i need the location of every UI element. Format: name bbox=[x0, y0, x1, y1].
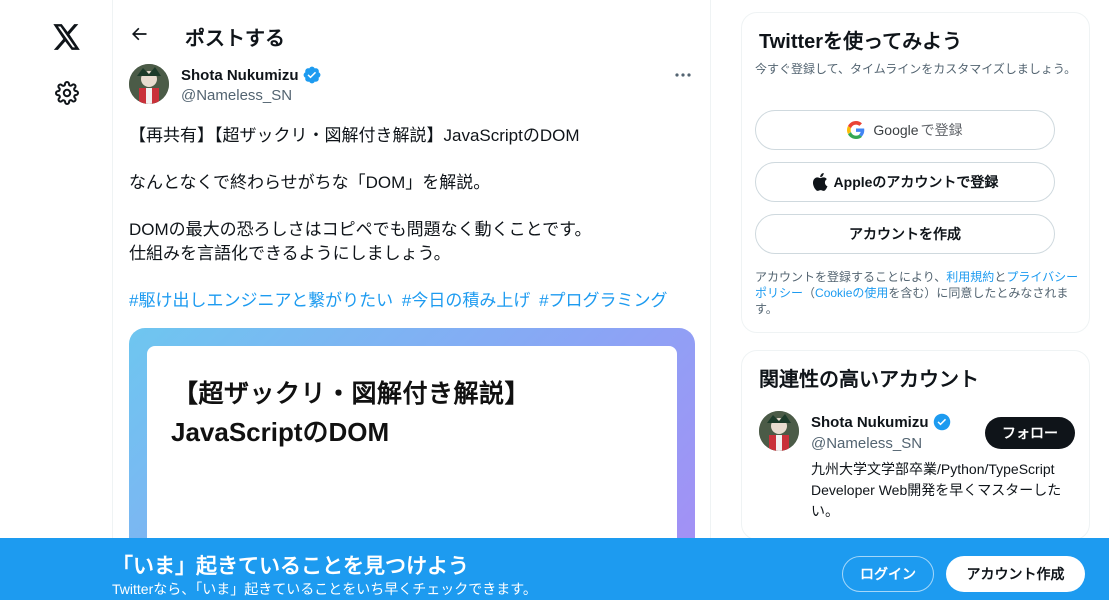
apple-icon bbox=[812, 173, 828, 191]
main-column: ポストする Shota Nukumizu @Nameless_SN 【再共有】【… bbox=[112, 0, 711, 600]
arrow-left-icon bbox=[132, 27, 147, 41]
signup-banner: 「いま」起きていることを見つけよう Twitterなら、「いま」起きていることを… bbox=[0, 538, 1109, 600]
post-header: ポストする bbox=[113, 16, 710, 56]
login-button[interactable]: ログイン bbox=[842, 556, 934, 592]
author-name[interactable]: Shota Nukumizu bbox=[181, 66, 321, 84]
signup-subtitle: 今すぐ登録して、タイムラインをカスタマイズしましょう。 bbox=[755, 62, 1077, 76]
post-line: なんとなくで終わらせがちな「DOM」を解説。 bbox=[129, 173, 491, 192]
create-account-button[interactable]: アカウントを作成 bbox=[755, 214, 1055, 254]
signup-card: Twitterを使ってみよう 今すぐ登録して、タイムラインをカスタマイズしましょ… bbox=[741, 12, 1090, 333]
related-accounts-card: 関連性の高いアカウント Shota Nukumizu @Nameless_SN … bbox=[741, 350, 1090, 540]
post-line: DOMの最大の恐ろしさはコピペでも問題なく動くことです。 bbox=[129, 220, 592, 239]
google-signup-button[interactable]: Google で登録 bbox=[755, 110, 1055, 150]
signup-button[interactable]: アカウント作成 bbox=[946, 556, 1085, 592]
media-title: 【超ザックリ・図解付き解説】 bbox=[173, 380, 531, 408]
verified-badge-icon bbox=[303, 66, 320, 84]
author-handle[interactable]: @Nameless_SN bbox=[181, 87, 292, 104]
post-author: Shota Nukumizu @Nameless_SN bbox=[129, 64, 697, 108]
left-nav bbox=[0, 0, 112, 600]
hashtag-list: #駆け出しエンジニアと繋がりたい #今日の積み上げ #プログラミング bbox=[129, 289, 689, 313]
related-account-handle[interactable]: @Nameless_SN bbox=[811, 435, 922, 452]
page-title: ポストする bbox=[185, 28, 285, 50]
media-subtitle: JavaScriptのDOM bbox=[171, 417, 390, 447]
post-line: 仕組みを言語化できるようにしましょう。 bbox=[129, 244, 451, 263]
cookie-link[interactable]: Cookieの使用 bbox=[815, 286, 888, 300]
post-text: 【再共有】【超ザックリ・図解付き解説】JavaScriptのDOM なんとなくで… bbox=[129, 124, 689, 336]
related-account-bio: 九州大学文学部卒業/Python/TypeScript Developer We… bbox=[811, 461, 1062, 519]
google-icon bbox=[847, 121, 865, 139]
banner-title: 「いま」起きていることを見つけよう bbox=[112, 555, 469, 578]
terms-text: アカウントを登録することにより、利用規約とプライバシーポリシー（Cookieの使… bbox=[755, 270, 1079, 316]
related-account-name[interactable]: Shota Nukumizu bbox=[811, 413, 951, 431]
post-line: 【再共有】【超ザックリ・図解付き解説】JavaScriptのDOM bbox=[129, 126, 580, 145]
hashtag-link[interactable]: #プログラミング bbox=[539, 291, 667, 310]
related-title: 関連性の高いアカウント bbox=[759, 369, 979, 391]
hashtag-link[interactable]: #今日の積み上げ bbox=[402, 291, 530, 310]
hashtag-link[interactable]: #駆け出しエンジニアと繋がりたい bbox=[129, 291, 393, 310]
verified-badge-icon bbox=[933, 413, 950, 431]
back-button[interactable] bbox=[125, 20, 153, 48]
apple-signup-button[interactable]: Appleのアカウントで登録 bbox=[755, 162, 1055, 202]
banner-subtitle: Twitterなら、「いま」起きていることをいち早くチェックできます。 bbox=[112, 581, 537, 597]
terms-link[interactable]: 利用規約 bbox=[946, 270, 994, 284]
x-logo-icon[interactable] bbox=[50, 20, 84, 54]
more-icon bbox=[675, 73, 691, 77]
gear-icon[interactable] bbox=[52, 78, 82, 108]
follow-button[interactable]: フォロー bbox=[985, 417, 1075, 449]
signup-title: Twitterを使ってみよう bbox=[759, 31, 963, 53]
more-options-button[interactable] bbox=[669, 64, 697, 86]
avatar[interactable] bbox=[759, 411, 799, 451]
avatar[interactable] bbox=[129, 64, 169, 104]
